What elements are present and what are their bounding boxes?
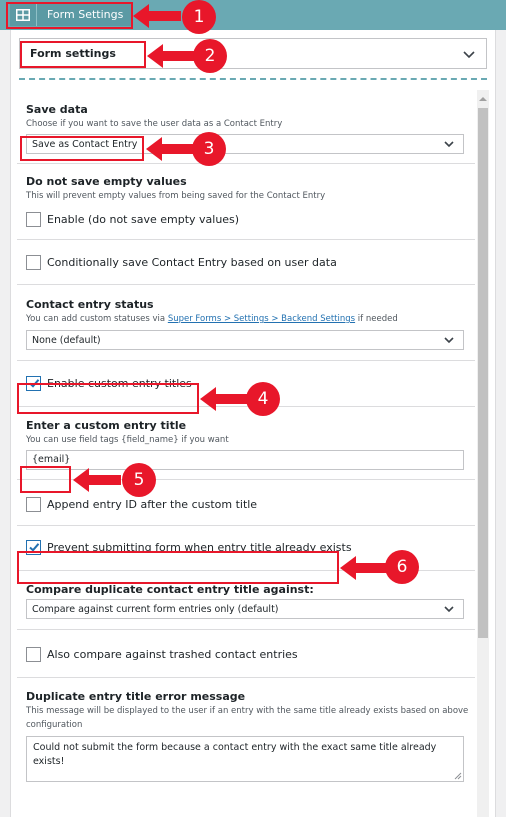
empty-values-checkbox-row[interactable]: Enable (do not save empty values): [26, 209, 475, 229]
empty-values-desc: This will prevent empty values from bein…: [26, 191, 326, 201]
settings-content: Save data Choose if you want to save the…: [17, 90, 475, 792]
chevron-down-icon: [444, 141, 454, 148]
highlight-box-2: [20, 41, 146, 68]
save-data-desc: Choose if you want to save the user data…: [26, 119, 283, 129]
contact-status-select-value: None (default): [32, 334, 101, 346]
highlight-box-1: [6, 2, 133, 29]
annotation-badge-1: 1: [182, 0, 216, 34]
custom-title-desc: You can use field tags {field_name} if y…: [26, 435, 229, 445]
empty-values-section: Do not save empty values This will preve…: [17, 164, 475, 240]
chevron-down-icon: [463, 50, 475, 58]
trashed-checkbox-row[interactable]: Also compare against trashed contact ent…: [26, 644, 475, 664]
empty-values-title: Do not save empty values: [26, 175, 187, 188]
chevron-down-icon: [444, 606, 454, 613]
append-id-checkbox[interactable]: [26, 496, 41, 512]
conditional-save-checkbox-row[interactable]: Conditionally save Contact Entry based o…: [26, 252, 475, 272]
annotation-arrow-icon: [200, 387, 248, 411]
error-message-desc: This message will be displayed to the us…: [26, 706, 469, 730]
empty-values-label: Enable (do not save empty values): [47, 212, 240, 226]
save-data-title: Save data: [26, 103, 88, 116]
annotation-badge-2: 2: [193, 39, 227, 73]
contact-status-section: Contact entry status You can add custom …: [17, 285, 475, 361]
highlight-box-3: [20, 136, 144, 161]
annotation-badge-3: 3: [192, 132, 226, 166]
annotation-badge-4: 4: [246, 382, 280, 416]
contact-status-title: Contact entry status: [26, 298, 154, 311]
compare-against-title: Compare duplicate contact entry title ag…: [26, 583, 314, 596]
contact-status-desc-before: You can add custom statuses via: [26, 314, 168, 324]
annotation-arrow-icon: [73, 468, 121, 492]
trashed-label: Also compare against trashed contact ent…: [47, 647, 298, 661]
highlight-box-5: [20, 466, 71, 493]
annotation-badge-6: 6: [385, 550, 419, 584]
annotation-badge-5: 5: [122, 463, 156, 497]
contact-status-desc-after: if needed: [355, 314, 398, 324]
append-id-checkbox-row[interactable]: Append entry ID after the custom title: [26, 494, 475, 514]
contact-status-desc: You can add custom statuses via Super Fo…: [26, 312, 475, 326]
resize-grip-icon[interactable]: [454, 772, 462, 780]
dashed-divider: [19, 78, 487, 80]
trashed-checkbox[interactable]: [26, 646, 41, 662]
conditional-save-section: Conditionally save Contact Entry based o…: [17, 240, 475, 285]
scrollbar[interactable]: [477, 90, 489, 817]
scroll-up-arrow-icon[interactable]: [477, 90, 489, 108]
chevron-down-icon: [444, 337, 454, 344]
empty-values-checkbox[interactable]: [26, 211, 41, 227]
annotation-arrow-icon: [133, 4, 181, 28]
conditional-save-checkbox[interactable]: [26, 254, 41, 270]
annotation-arrow-icon: [147, 44, 195, 68]
highlight-box-6: [17, 551, 339, 584]
conditional-save-label: Conditionally save Contact Entry based o…: [47, 255, 337, 269]
annotation-arrow-icon: [146, 137, 194, 161]
compare-against-select[interactable]: Compare against current form entries onl…: [26, 599, 464, 619]
backend-settings-link[interactable]: Super Forms > Settings > Backend Setting…: [168, 314, 355, 324]
error-message-textarea[interactable]: Could not submit the form because a cont…: [26, 736, 464, 782]
highlight-box-4: [17, 383, 199, 414]
error-message-section: Duplicate entry title error message This…: [17, 678, 475, 792]
error-message-value: Could not submit the form because a cont…: [33, 742, 437, 767]
custom-title-title: Enter a custom entry title: [26, 419, 187, 432]
error-message-title: Duplicate entry title error message: [26, 690, 246, 703]
annotation-arrow-icon: [340, 556, 388, 580]
compare-against-select-value: Compare against current form entries onl…: [32, 603, 279, 615]
append-id-label: Append entry ID after the custom title: [47, 497, 258, 511]
contact-status-select[interactable]: None (default): [26, 330, 464, 350]
trashed-section: Also compare against trashed contact ent…: [17, 630, 475, 678]
scrollbar-thumb[interactable]: [478, 108, 488, 638]
